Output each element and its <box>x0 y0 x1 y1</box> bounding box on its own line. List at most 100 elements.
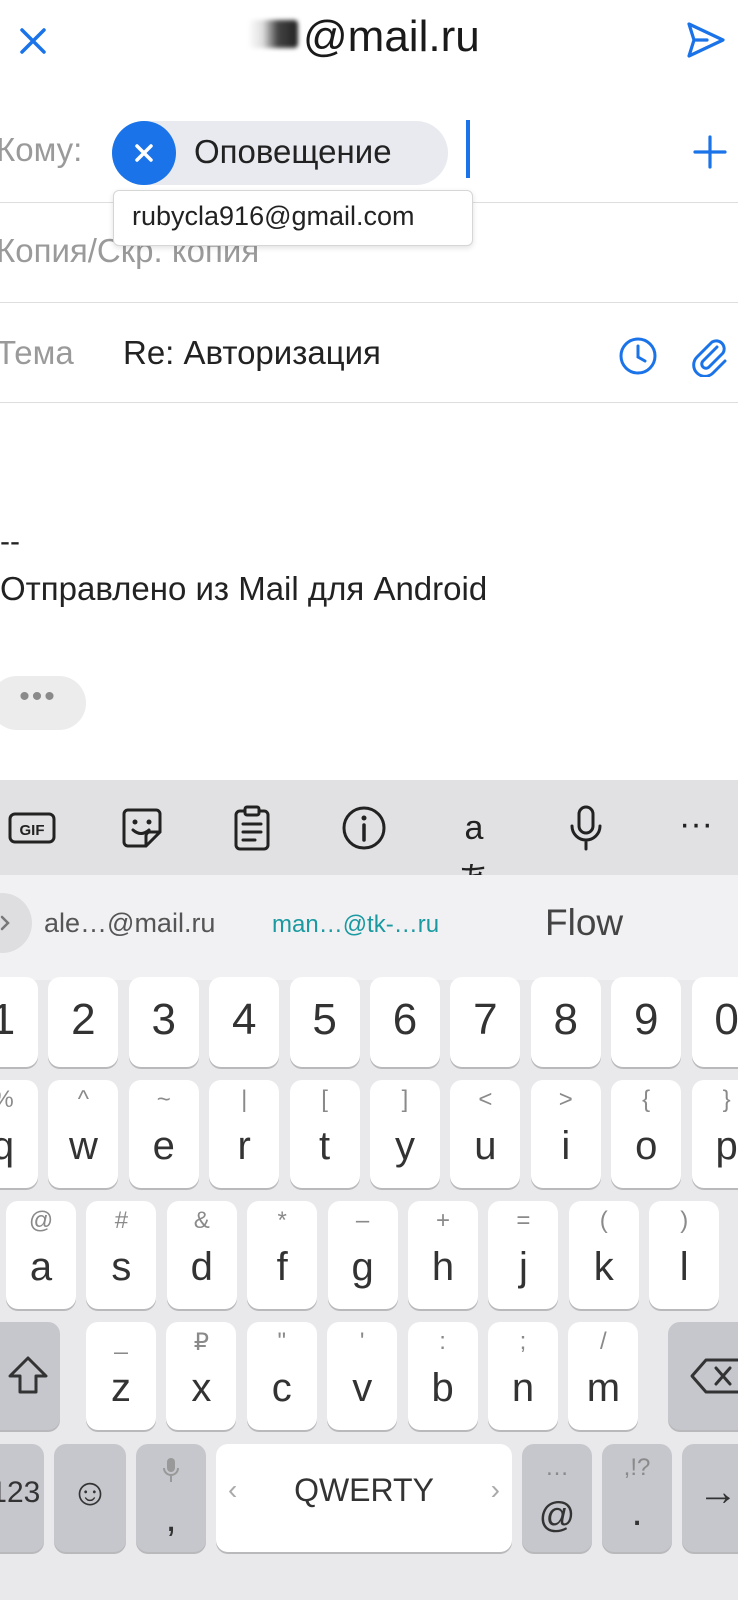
key-label: 2 <box>71 995 96 1044</box>
key-label: w <box>68 1124 98 1168</box>
voice-input-button[interactable] <box>560 802 612 854</box>
suggestion-3[interactable]: Flow <box>545 902 623 944</box>
key-5[interactable]: 5 <box>289 977 360 1067</box>
suggestion-expand-button[interactable] <box>0 893 32 953</box>
key-7[interactable]: 7 <box>450 977 521 1067</box>
sticker-button[interactable] <box>116 802 168 854</box>
key-8[interactable]: 8 <box>530 977 601 1067</box>
emoji-key[interactable]: ☺ <box>54 1444 126 1552</box>
key-label: g <box>351 1245 374 1289</box>
comma-key[interactable]: , <box>136 1444 206 1552</box>
key-e[interactable]: ~ e <box>128 1080 199 1188</box>
key-v[interactable]: ' v <box>327 1322 398 1430</box>
translate-button[interactable]: aあ <box>448 802 500 899</box>
key-u[interactable]: < u <box>450 1080 521 1188</box>
key-label: 0 <box>714 995 738 1044</box>
key-q[interactable]: %q <box>0 1080 38 1188</box>
gif-button[interactable]: GIF <box>6 802 58 854</box>
key-z[interactable]: _ z <box>86 1322 156 1430</box>
recipient-chip[interactable]: Оповещение <box>112 121 448 185</box>
key-6[interactable]: 6 <box>370 977 440 1067</box>
key-b[interactable]: :b <box>407 1322 478 1430</box>
more-dots-icon: ••• <box>19 680 57 713</box>
key-y[interactable]: ] y <box>370 1080 440 1188</box>
schedule-send-button[interactable] <box>617 335 659 377</box>
chevron-icon <box>0 915 10 931</box>
backspace-key[interactable] <box>668 1322 738 1430</box>
key-label: z <box>111 1366 131 1410</box>
show-quoted-button[interactable]: ••• <box>0 676 86 730</box>
comma-key-label: , <box>165 1496 177 1540</box>
key-alt-label: % <box>0 1086 38 1114</box>
gif-icon: GIF <box>8 812 56 844</box>
enter-key[interactable]: → <box>682 1444 738 1552</box>
key-l[interactable]: ) l <box>649 1201 720 1309</box>
clock-icon <box>619 337 657 375</box>
key-w[interactable]: ^ w <box>48 1080 119 1188</box>
suggestion-2[interactable]: man…@tk-…ru <box>272 911 439 939</box>
key-k[interactable]: (k <box>568 1201 639 1309</box>
key-label: a <box>29 1245 53 1289</box>
key-alt-label: : <box>439 1328 446 1355</box>
period-key-alt: ,!? <box>623 1454 651 1481</box>
info-button[interactable] <box>338 802 390 854</box>
key-c[interactable]: " c <box>246 1322 317 1430</box>
key-4[interactable]: 4 <box>209 977 280 1067</box>
add-recipient-button[interactable] <box>690 132 730 172</box>
key-label: v <box>352 1366 373 1410</box>
space-key-label: QWERTY <box>294 1472 434 1508</box>
key-3[interactable]: 3 <box>128 977 199 1067</box>
key-1[interactable]: 1 <box>0 977 38 1067</box>
microphone-icon <box>570 805 602 851</box>
key-label: f <box>276 1245 288 1289</box>
key-x[interactable]: ₽ x <box>166 1322 237 1430</box>
divider <box>0 302 738 303</box>
key-s[interactable]: # s <box>86 1201 157 1309</box>
clipboard-icon <box>234 805 270 851</box>
symbols-key[interactable]: ?123 <box>0 1444 44 1552</box>
key-r[interactable]: | r <box>209 1080 280 1188</box>
key-a[interactable]: @ a <box>6 1201 76 1309</box>
shift-icon <box>8 1356 48 1394</box>
send-button[interactable] <box>683 18 727 62</box>
period-key[interactable]: ,!? . <box>602 1444 672 1552</box>
key-n[interactable]: ; n <box>488 1322 558 1430</box>
key-g[interactable]: – g <box>327 1201 398 1309</box>
key-t[interactable]: [t <box>289 1080 360 1188</box>
shift-key[interactable] <box>0 1322 60 1430</box>
remove-recipient-button[interactable] <box>112 121 176 185</box>
key-2[interactable]: 2 <box>48 977 119 1067</box>
key-alt-label: * <box>277 1207 287 1234</box>
to-label: Кому: <box>0 131 83 168</box>
key-f[interactable]: * f <box>247 1201 318 1309</box>
recipient-chip-label: Оповещение <box>194 133 392 170</box>
key-i[interactable]: > i <box>530 1080 601 1188</box>
space-key[interactable]: ‹ QWERTY › <box>216 1444 512 1552</box>
key-label: m <box>586 1366 621 1410</box>
close-button[interactable] <box>14 22 52 60</box>
clipboard-button[interactable] <box>226 802 278 854</box>
key-h[interactable]: + h <box>408 1201 478 1309</box>
subject-input[interactable]: Re: Авторизация <box>123 334 381 372</box>
key-label: 4 <box>231 995 257 1044</box>
toolbar-more-button[interactable]: ··· <box>670 802 722 854</box>
key-label: q <box>0 1124 15 1168</box>
key-label: c <box>271 1366 292 1410</box>
at-key[interactable]: … @ <box>522 1444 592 1552</box>
key-m[interactable]: / m <box>568 1322 639 1430</box>
key-alt-label: { <box>642 1086 651 1113</box>
key-d[interactable]: & d <box>166 1201 237 1309</box>
key-alt-label: } <box>722 1086 731 1113</box>
suggestion-1[interactable]: ale…@mail.ru <box>44 908 215 939</box>
key-label: 1 <box>0 995 16 1044</box>
key-j[interactable]: = j <box>488 1201 559 1309</box>
enter-icon: → <box>698 1470 738 1514</box>
key-0[interactable]: 0 <box>691 977 738 1067</box>
key-p[interactable]: } p <box>691 1080 738 1188</box>
attach-button[interactable] <box>687 333 731 378</box>
sticker-icon <box>122 808 162 848</box>
key-9[interactable]: 9 <box>611 977 682 1067</box>
key-alt-label: ) <box>680 1207 689 1234</box>
key-alt-label: ; <box>519 1328 527 1355</box>
key-o[interactable]: {o <box>611 1080 682 1188</box>
